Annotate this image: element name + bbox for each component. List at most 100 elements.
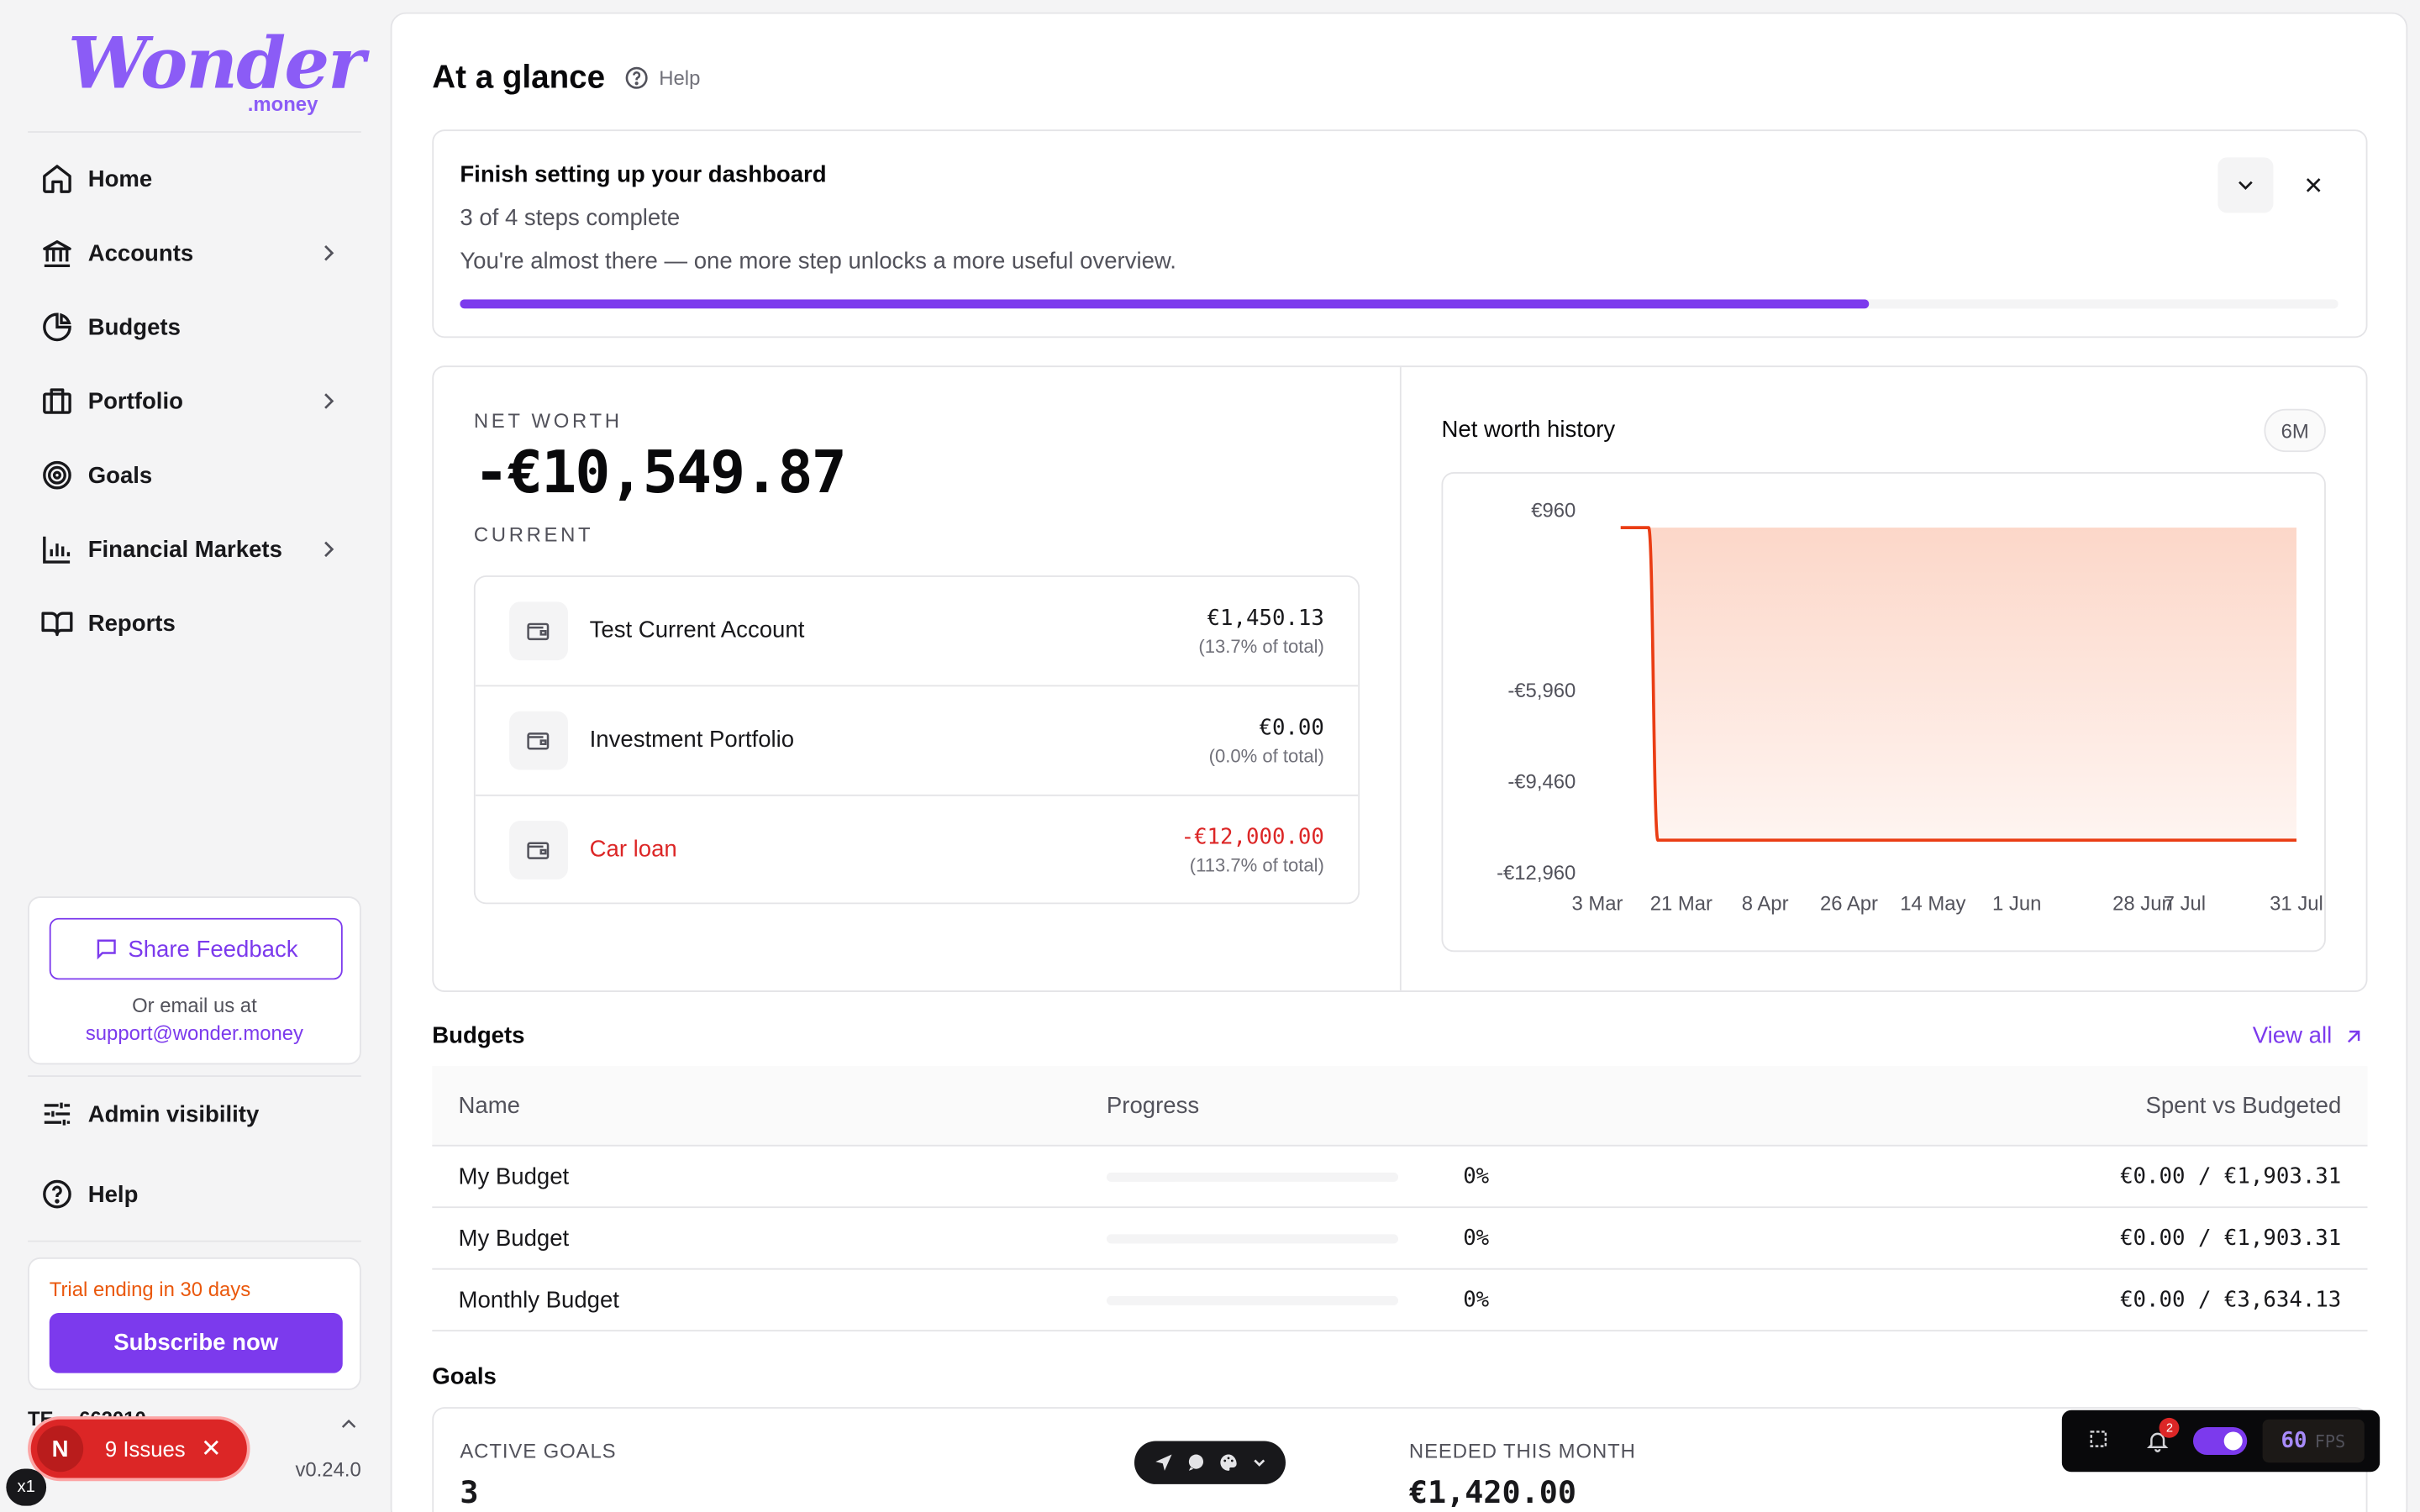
sidebar-item-goals[interactable]: Goals — [28, 444, 361, 506]
dismiss-button[interactable] — [2295, 166, 2332, 203]
setup-progress-fill — [460, 299, 1869, 309]
x-tick-label: 26 Apr — [1820, 893, 1878, 916]
zoom-indicator[interactable]: x1 — [6, 1468, 47, 1506]
sidebar-item-reports[interactable]: Reports — [28, 592, 361, 654]
budget-spent: €0.00 / €3,634.13 — [2120, 1287, 2342, 1313]
column-header-progress: Progress — [1106, 1092, 1200, 1119]
y-tick-label: -€9,460 — [1507, 770, 1576, 793]
series-area — [1620, 528, 2297, 841]
trial-card: Trial ending in 30 days Subscribe now — [28, 1257, 361, 1390]
sidebar-item-portfolio[interactable]: Portfolio — [28, 370, 361, 432]
nextjs-logo-icon: N — [37, 1425, 84, 1473]
account-row[interactable]: Investment Portfolio €0.00 (0.0% of tota… — [475, 686, 1359, 796]
admin-visibility-item[interactable]: Admin visibility — [28, 1083, 361, 1144]
active-goals-value: 3 — [460, 1473, 479, 1511]
send-icon[interactable] — [1152, 1452, 1174, 1473]
wallet-icon — [509, 711, 568, 770]
net-worth-label: NET WORTH — [473, 408, 623, 433]
email-prompt: Or email us at — [132, 993, 257, 1017]
budgets-table: Name Progress Spent vs Budgeted My Budge… — [432, 1066, 2368, 1332]
budget-spent: €0.00 / €1,903.31 — [2120, 1163, 2342, 1189]
setup-progress-bar — [460, 299, 2338, 309]
account-percentage: (113.7% of total) — [1189, 854, 1324, 877]
support-email-link[interactable]: support@wonder.money — [29, 1021, 360, 1045]
sidebar-item-label: Goals — [87, 462, 153, 489]
active-goals-label: ACTIVE GOALS — [460, 1439, 617, 1463]
x-tick-label: 8 Apr — [1742, 893, 1789, 916]
palette-icon[interactable] — [1217, 1452, 1239, 1473]
budget-percent: 0% — [1463, 1163, 1490, 1189]
sidebar-item-help[interactable]: Help — [28, 1163, 361, 1225]
sidebar-divider — [28, 1240, 361, 1242]
close-icon — [2306, 178, 2321, 192]
target-icon — [40, 458, 74, 491]
sidebar-item-label: Portfolio — [87, 387, 183, 415]
sidebar-item-label: Financial Markets — [87, 536, 282, 563]
sidebar-item-label: Budgets — [87, 313, 181, 340]
bell-icon[interactable]: 2 — [2135, 1417, 2181, 1464]
range-selector[interactable]: 6M — [2264, 408, 2326, 453]
select-element-icon[interactable] — [2077, 1418, 2123, 1464]
chevron-right-icon — [324, 393, 334, 409]
collapse-button[interactable] — [2217, 157, 2274, 213]
sidebar-item-accounts[interactable]: Accounts — [28, 222, 361, 283]
wallet-icon — [509, 601, 568, 661]
budget-name: My Budget — [458, 1163, 570, 1190]
page-title: At a glance — [432, 60, 606, 96]
wallet-icon — [509, 821, 568, 879]
logo[interactable]: Wonder .money — [68, 22, 366, 121]
x-tick-label: 21 Mar — [1650, 893, 1712, 916]
help-circle-icon — [40, 1177, 74, 1210]
sidebar-divider — [28, 131, 361, 133]
sidebar-item-label: Home — [87, 165, 153, 192]
help-circle-icon — [625, 66, 648, 89]
app-version: v0.24.0 — [295, 1457, 361, 1482]
performance-panel: 2 60 FPS — [2061, 1410, 2381, 1473]
subscribe-button[interactable]: Subscribe now — [49, 1313, 343, 1373]
share-feedback-button[interactable]: Share Feedback — [49, 917, 343, 980]
budget-percent: 0% — [1463, 1287, 1490, 1313]
sidebar-item-home[interactable]: Home — [28, 148, 361, 209]
setup-card: Finish setting up your dashboard 3 of 4 … — [432, 129, 2368, 339]
account-list: Test Current Account €1,450.13 (13.7% of… — [473, 575, 1360, 905]
setup-description: You're almost there — one more step unlo… — [460, 248, 1176, 275]
help-link-label: Help — [659, 66, 701, 90]
sidebar-item-financial-markets[interactable]: Financial Markets — [28, 518, 361, 580]
briefcase-icon — [40, 384, 74, 417]
toolbar-toggle[interactable] — [2192, 1426, 2247, 1456]
account-row[interactable]: Car loan -€12,000.00 (113.7% of total) — [476, 796, 1359, 903]
budget-spent: €0.00 / €1,903.31 — [2120, 1226, 2342, 1251]
sliders-icon — [40, 1097, 74, 1131]
needed-this-month-value: €1,420.00 — [1408, 1473, 1576, 1511]
y-tick-label: -€5,960 — [1507, 680, 1576, 702]
budget-name: Monthly Budget — [458, 1286, 619, 1314]
issues-badge[interactable]: N 9 Issues ✕ — [30, 1419, 247, 1478]
account-percentage: (0.0% of total) — [1208, 745, 1324, 767]
sidebar-divider — [28, 1075, 361, 1078]
chevron-down-icon[interactable] — [1249, 1453, 1268, 1472]
account-amount: €0.00 — [1259, 716, 1324, 741]
dev-toolbar — [1134, 1441, 1286, 1484]
app-root: Wonder .money Home Accounts Budgets Port… — [0, 0, 2420, 1512]
comment-icon[interactable] — [1185, 1452, 1207, 1473]
x-tick-label: 31 Jul — [2270, 893, 2323, 916]
needed-this-month-label: NEEDED THIS MONTH — [1408, 1439, 1636, 1463]
table-row[interactable]: My Budget 0% €0.00 / €1,903.31 — [432, 1147, 2368, 1209]
help-link[interactable]: Help — [623, 65, 700, 91]
sidebar-item-label: Accounts — [87, 239, 194, 266]
view-all-link[interactable]: View all — [2253, 1023, 2366, 1049]
table-row[interactable]: My Budget 0% €0.00 / €1,903.31 — [432, 1208, 2368, 1270]
chevron-right-icon — [324, 244, 334, 261]
budgets-heading: Budgets — [432, 1022, 525, 1049]
net-worth-sublabel: CURRENT — [473, 522, 594, 547]
account-row[interactable]: Test Current Account €1,450.13 (13.7% of… — [475, 577, 1359, 687]
sidebar: Wonder .money Home Accounts Budgets Port… — [0, 0, 389, 1512]
main-content: At a glance Help Finish setting up your … — [390, 12, 2408, 1512]
table-row[interactable]: Monthly Budget 0% €0.00 / €3,634.13 — [432, 1270, 2368, 1332]
sidebar-item-label: Reports — [87, 610, 176, 637]
trial-notice: Trial ending in 30 days — [49, 1277, 251, 1301]
sidebar-item-budgets[interactable]: Budgets — [28, 297, 361, 358]
y-tick-label: €960 — [1531, 499, 1576, 522]
card-divider — [1399, 367, 1402, 991]
close-icon[interactable]: ✕ — [201, 1433, 222, 1464]
